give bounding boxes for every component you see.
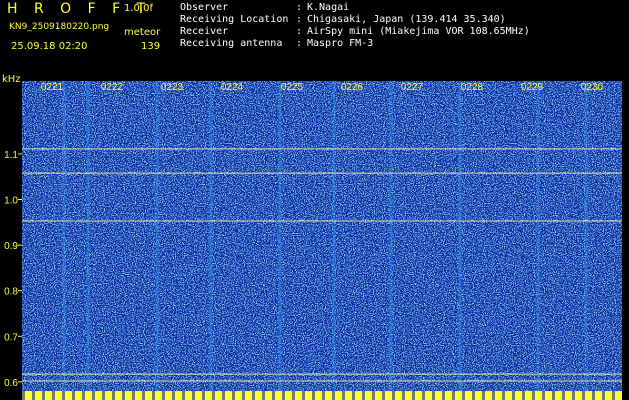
baseline-gap (442, 391, 445, 400)
meteor-echo-line (584, 81, 588, 391)
baseline-gap (362, 391, 365, 400)
baseline-gap (562, 391, 565, 400)
baseline-gap (582, 391, 585, 400)
baseline-gap (332, 391, 335, 400)
baseline-gap (252, 391, 255, 400)
baseline-gap (612, 391, 615, 400)
baseline-gap (192, 391, 195, 400)
baseline-gap (122, 391, 125, 400)
baseline-gap (392, 391, 395, 400)
meteor-echo-line (86, 81, 90, 391)
baseline-gap (422, 391, 425, 400)
baseline-gap (512, 391, 515, 400)
x-tick-label: 0225 (281, 82, 304, 93)
meteor-echo-line (155, 81, 159, 391)
baseline-gap (322, 391, 325, 400)
baseline-gap (102, 391, 105, 400)
meteor-echo-line (209, 81, 213, 391)
baseline-gap (592, 391, 595, 400)
baseline-gap (502, 391, 505, 400)
baseline-gap (382, 391, 385, 400)
baseline-gap (22, 391, 25, 400)
baseline-gap (432, 391, 435, 400)
baseline-gap (262, 391, 265, 400)
meteor-echo-line (389, 81, 393, 391)
y-tick-label: 0.7 (4, 332, 18, 343)
x-tick-label: 0223 (161, 82, 184, 93)
x-tick-label: 0224 (221, 82, 244, 93)
meteor-echo-line (278, 81, 282, 391)
x-tick-label: 0221 (41, 82, 64, 93)
baseline-gap (142, 391, 145, 400)
baseline-gap (92, 391, 95, 400)
baseline-gap (352, 391, 355, 400)
x-tick-label: 0227 (401, 82, 424, 93)
baseline-gap (82, 391, 85, 400)
meteor-echo-line (62, 81, 66, 391)
baseline-gap (112, 391, 115, 400)
baseline-gap (462, 391, 465, 400)
baseline-gap (572, 391, 575, 400)
baseline-gap (32, 391, 35, 400)
baseline-gap (552, 391, 555, 400)
baseline-gap (342, 391, 345, 400)
baseline-gap (542, 391, 545, 400)
baseline-gap (72, 391, 75, 400)
baseline-gap (162, 391, 165, 400)
meteor-echo-line (536, 81, 540, 391)
baseline-gap (282, 391, 285, 400)
y-tick-label: 0.9 (4, 241, 18, 252)
baseline-gap (52, 391, 55, 400)
noise-texture (22, 81, 622, 391)
baseline-gap (222, 391, 225, 400)
x-tick-label: 0230 (581, 82, 604, 93)
x-tick-label: 0226 (341, 82, 364, 93)
meteor-echo-line (332, 81, 336, 391)
baseline-gap (182, 391, 185, 400)
baseline-gap (302, 391, 305, 400)
baseline-gap (602, 391, 605, 400)
baseline-gap (522, 391, 525, 400)
baseline-gap (62, 391, 65, 400)
baseline-gap (402, 391, 405, 400)
spectrogram-chart: 0.6 0.7 0.8 0.9 1.0 1.1 0221 0222 0223 0224 0225 02… (4, 81, 622, 400)
baseline-gap (412, 391, 415, 400)
baseline-gap (472, 391, 475, 400)
y-tick-label: 1.1 (4, 150, 18, 161)
baseline-gap (172, 391, 175, 400)
x-tick-label: 0222 (101, 82, 124, 93)
meteor-echo-line (458, 81, 462, 391)
baseline-gap (212, 391, 215, 400)
baseline-gap (242, 391, 245, 400)
y-tick-label: 0.6 (4, 378, 18, 389)
baseline-gap (232, 391, 235, 400)
y-tick-label: 0.8 (4, 287, 18, 298)
x-tick-label: 0228 (461, 82, 484, 93)
baseline-gap (372, 391, 375, 400)
baseline-gap (482, 391, 485, 400)
baseline-gap (42, 391, 45, 400)
baseline-gap (132, 391, 135, 400)
baseline-gap (452, 391, 455, 400)
baseline-gap (532, 391, 535, 400)
baseline-gap (272, 391, 275, 400)
baseline-gap (292, 391, 295, 400)
baseline-gap (152, 391, 155, 400)
y-tick-label: 1.0 (4, 196, 18, 207)
x-tick-label: 0229 (521, 82, 544, 93)
baseline-gap (492, 391, 495, 400)
baseline-gap (202, 391, 205, 400)
baseline-gap (312, 391, 315, 400)
